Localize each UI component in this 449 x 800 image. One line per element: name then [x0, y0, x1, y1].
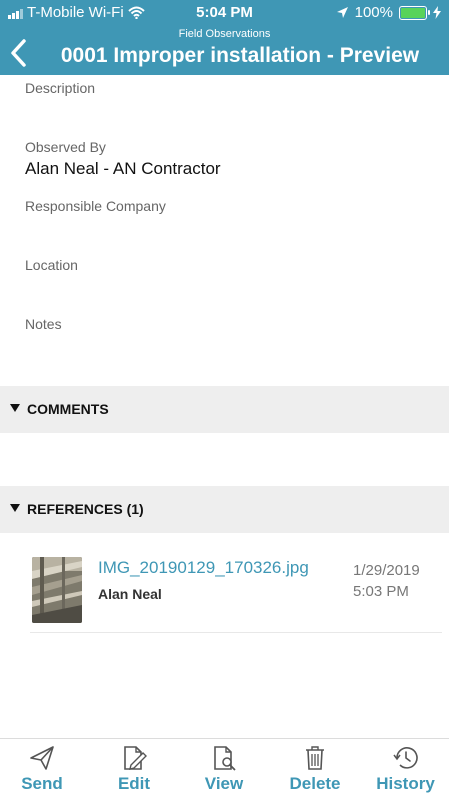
edit-icon — [124, 746, 147, 770]
comments-section-header[interactable]: COMMENTS — [0, 386, 449, 433]
view-label: View — [204, 774, 244, 793]
reference-item[interactable]: IMG_20190129_170326.jpg Alan Neal 1/29/2… — [30, 543, 442, 633]
references-section-header[interactable]: REFERENCES (1) — [0, 486, 449, 533]
view-button[interactable]: View — [182, 739, 266, 800]
delete-icon — [306, 746, 324, 770]
delete-button[interactable]: Delete — [272, 739, 358, 800]
back-chevron-icon — [11, 39, 26, 67]
history-icon — [392, 747, 418, 769]
edit-button[interactable]: Edit — [92, 739, 176, 800]
responsible-company-label: Responsible Company — [25, 198, 166, 214]
bottom-toolbar: Send Edit View Delete History — [0, 738, 449, 800]
back-button[interactable] — [8, 38, 34, 68]
page-title: 0001 Improper installation - Preview — [60, 44, 420, 67]
history-label: History — [376, 774, 435, 793]
reference-time: 5:03 PM — [353, 583, 409, 600]
send-button[interactable]: Send — [0, 739, 84, 800]
description-label: Description — [25, 80, 96, 96]
send-label: Send — [21, 774, 63, 793]
battery-percent: 100% — [354, 4, 393, 21]
observed-by-label: Observed By — [25, 139, 106, 155]
triangle-down-icon — [10, 504, 20, 512]
references-section-label: REFERENCES (1) — [27, 501, 144, 517]
reference-file-name[interactable]: IMG_20190129_170326.jpg — [98, 558, 309, 578]
triangle-down-icon — [10, 404, 20, 412]
nav-subtitle: Field Observations — [178, 28, 271, 40]
status-bar: T-Mobile Wi-Fi 5:04 PM 100% — [0, 0, 449, 26]
delete-label: Delete — [289, 774, 341, 793]
image-thumbnail[interactable] — [32, 557, 82, 623]
history-button[interactable]: History — [362, 739, 449, 800]
observed-by-value: Alan Neal - AN Contractor — [25, 159, 221, 178]
header-bar: T-Mobile Wi-Fi 5:04 PM 100% Field Observ… — [0, 0, 449, 75]
battery-icon — [399, 5, 430, 20]
reference-timestamp: 1/29/2019 5:03 PM — [353, 560, 420, 602]
reference-author: Alan Neal — [98, 586, 162, 602]
notes-label: Notes — [25, 316, 62, 332]
location-label: Location — [25, 257, 78, 273]
reference-date: 1/29/2019 — [353, 562, 420, 579]
charging-bolt-icon — [433, 6, 441, 19]
view-icon — [214, 746, 236, 771]
status-right: 100% — [336, 4, 441, 21]
edit-label: Edit — [117, 774, 151, 793]
send-icon — [30, 746, 54, 770]
comments-section-label: COMMENTS — [27, 401, 109, 417]
location-arrow-icon — [336, 7, 348, 18]
